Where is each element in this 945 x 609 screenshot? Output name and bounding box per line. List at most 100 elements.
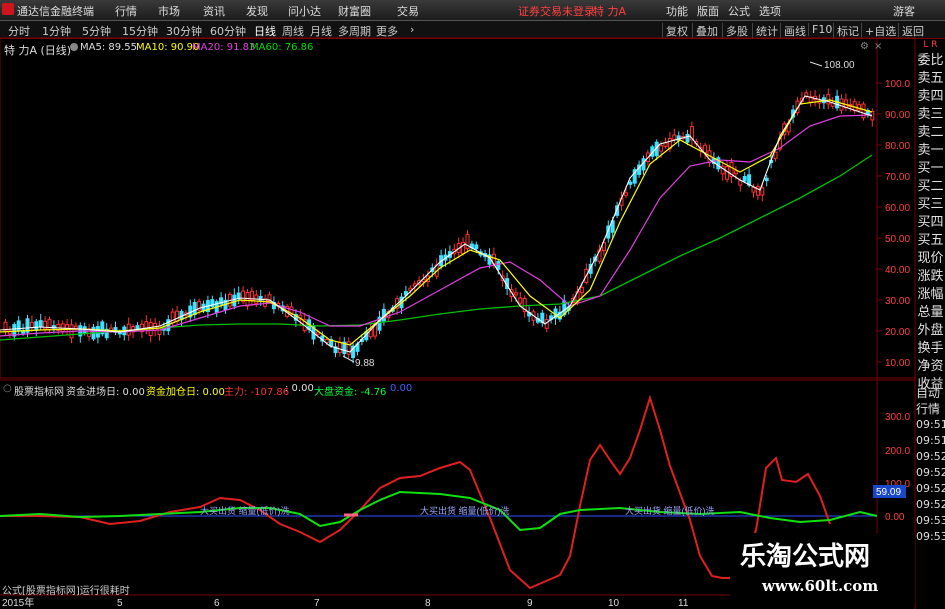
sidebar-corner[interactable]: L R [916, 38, 945, 52]
y-tick: 80.00 [885, 141, 910, 152]
ma20-legend: MA20: 91.83 [192, 42, 256, 53]
sidebar-item: 委比 [917, 53, 944, 68]
tick-time: 09:52 [916, 498, 945, 511]
high-marker [809, 61, 823, 67]
sub-y-axis-labels: 300.0 200.0 100.0 0.00 [885, 412, 910, 523]
low-price-label: 9.88 [355, 358, 375, 369]
sidebar-item: 卖三 [917, 107, 944, 122]
x-tick: 7 [314, 598, 320, 609]
tick-time: 09:52 [916, 482, 945, 495]
y-tick: 20.00 [885, 327, 910, 338]
sidebar-item: 总量 [917, 305, 944, 320]
watermark: 乐淘公式网 www.60lt.com [730, 533, 915, 605]
y-tick: 70.00 [885, 172, 910, 183]
candle-body [175, 310, 180, 322]
candle-body [663, 142, 668, 147]
candle-body [738, 180, 743, 186]
candle-body [672, 134, 677, 141]
annotation-text: 大买出货 缩量(低价)洗 [625, 505, 715, 516]
main-y-axis-labels: 100.0 90.00 80.00 70.00 60.00 50.00 40.0… [885, 79, 910, 369]
candle-body [513, 292, 518, 296]
watermark-title: 乐淘公式网 [740, 542, 871, 572]
tick-time: 09:52 [916, 450, 945, 463]
candle-body [659, 145, 664, 152]
fund-entry-day: 资金进场日: 0.00 [66, 387, 145, 398]
x-tick: 8 [425, 598, 431, 609]
candle-body [16, 320, 21, 332]
sidebar-item: 外盘 [917, 323, 944, 338]
candle-body [773, 151, 778, 159]
indicator-circle-icon[interactable]: ○ [3, 383, 12, 394]
blank-value: : 0.00 [285, 383, 314, 394]
candle-body [628, 181, 633, 185]
indicator-name[interactable]: 股票指标网 [14, 383, 64, 398]
sub-y-tick: 0.00 [885, 512, 905, 523]
candle-body [29, 321, 34, 329]
high-price-label: 108.00 [824, 60, 855, 71]
sidebar-item: 买三 [917, 197, 944, 212]
candle-body [733, 170, 738, 175]
y-tick: 100.0 [885, 79, 910, 90]
candle-body [623, 192, 628, 196]
quote-sidebar: L R 委比 卖五 卖四 卖三 卖二 卖一 买一 买二 买三 买四 买五 现价 … [916, 38, 945, 408]
chart-canvas[interactable]: 108.00 9.88 100.0 90.00 80.00 70.00 60.0… [0, 0, 945, 609]
sidebar-item: 买四 [917, 215, 944, 230]
candle-body [65, 324, 70, 329]
candle-body [135, 325, 140, 330]
current-value-text: 59.09 [876, 487, 901, 498]
tick-time: 09:51 [916, 418, 945, 431]
sidebar-item: 买二 [917, 179, 944, 194]
y-tick: 90.00 [885, 110, 910, 121]
quotes-label[interactable]: 行情 [916, 401, 945, 417]
formula-status-text: 公式[股票指标网]运行很耗时 [2, 586, 130, 597]
sub-y-tick: 200.0 [885, 446, 910, 457]
tick-sidebar: 自动 行情 09:51 09:51 09:52 09:52 09:52 09:5… [916, 385, 945, 545]
sidebar-item: 现价 [917, 251, 944, 266]
tick-time: 09:51 [916, 434, 945, 447]
auto-label[interactable]: 自动 [916, 385, 945, 401]
market-fund-value: 大盘资金: -4.76 [314, 387, 387, 398]
candle-body [703, 144, 708, 153]
main-force-value: 主力: -107.86 [224, 387, 290, 398]
candle-body [826, 93, 831, 105]
tick-time: 09:52 [916, 466, 945, 479]
ma5-legend: MA5: 89.55 [80, 42, 138, 53]
sidebar-item: 卖一 [917, 143, 944, 158]
settings-dot-icon[interactable] [70, 43, 78, 51]
candle-body [839, 98, 844, 111]
sidebar-item: 涨幅 [917, 287, 944, 302]
x-axis-labels: 2015年 5 6 7 8 9 10 11 [2, 596, 689, 609]
candle-body [742, 175, 747, 182]
watermark-url: www.60lt.com [762, 577, 879, 595]
sidebar-item: 卖四 [917, 89, 944, 104]
x-tick: 5 [117, 598, 123, 609]
x-tick: 9 [527, 598, 533, 609]
x-tick: 2015年 [2, 596, 34, 609]
candle-body [496, 261, 501, 270]
ma10-legend: MA10: 90.90 [136, 42, 200, 53]
sidebar-item: 涨跌 [917, 269, 944, 284]
fund-add-day: 资金加仓日: 0.00 [146, 387, 225, 398]
y-tick: 40.00 [885, 265, 910, 276]
settings-icon[interactable]: ⚙ [860, 41, 869, 52]
chart-stock-label: 特 力A (日线) [4, 44, 72, 57]
candle-body [245, 292, 250, 307]
candle-body [725, 166, 730, 180]
x-tick: 10 [608, 598, 620, 609]
ma20-line [0, 114, 873, 337]
y-tick: 60.00 [885, 203, 910, 214]
candle-body [73, 325, 78, 329]
close-icon[interactable]: × [874, 41, 882, 52]
candle-body [751, 187, 756, 193]
ma60-legend: MA60: 76.86 [250, 42, 314, 53]
sidebar-item: 买五 [917, 233, 944, 248]
candle-body [34, 321, 39, 331]
y-tick: 10.00 [885, 358, 910, 369]
candle-body [232, 294, 237, 307]
annotation-group: 大买出货 缩量(低价)洗 大买出货 缩量(低价)洗 大买出货 缩量(低价)洗 [200, 505, 715, 516]
candle-body [764, 177, 769, 182]
candle-body [518, 297, 523, 304]
candle-body [760, 187, 765, 196]
sub-y-tick: 300.0 [885, 412, 910, 423]
candle-body [579, 286, 584, 294]
